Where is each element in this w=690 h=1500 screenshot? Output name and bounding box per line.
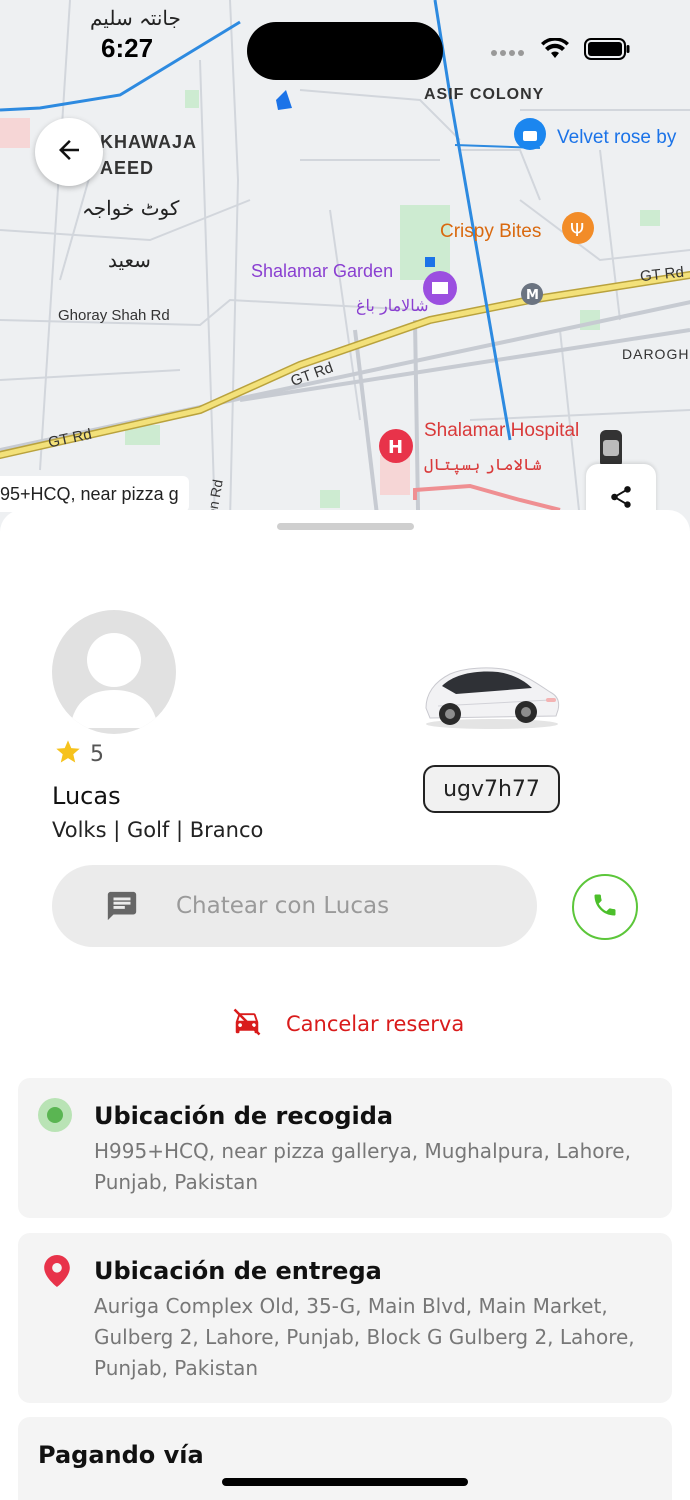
dropoff-location-card[interactable]: Ubicación de entrega Auriga Complex Old,… [18, 1233, 672, 1403]
map-label-saeed-urdu: سعید [108, 248, 151, 272]
map-label-crispy-bites[interactable]: Crispy Bites [440, 221, 541, 243]
cellular-dots-icon [490, 42, 526, 61]
pickup-title: Ubicación de recogida [94, 1102, 394, 1130]
driver-avatar [52, 610, 176, 734]
dropoff-title: Ubicación de entrega [94, 1257, 382, 1285]
sheet-drag-handle[interactable] [277, 523, 414, 530]
back-button[interactable] [35, 118, 103, 186]
map-label-khawaja: KHAWAJA [100, 132, 198, 152]
arrow-left-icon [54, 135, 84, 169]
map-address-chip: 95+HCQ, near pizza g [0, 476, 189, 512]
car-cancel-icon [232, 1007, 262, 1041]
payment-method-card[interactable]: Pagando vía [18, 1417, 672, 1500]
svg-text:H: H [388, 437, 403, 458]
map-label-saeed: AEED [100, 158, 155, 178]
pickup-dot-icon [38, 1098, 72, 1132]
map-label-velvet-rose[interactable]: Velvet rose by [557, 127, 676, 149]
car-image [420, 660, 562, 736]
driver-rating: 5 [54, 738, 104, 770]
map-label-shalamar-hospital[interactable]: Shalamar Hospital [424, 420, 579, 442]
license-plate: ugv7h77 [423, 765, 560, 813]
chat-placeholder: Chatear con Lucas [176, 893, 390, 919]
cancel-booking-label: Cancelar reserva [286, 1012, 465, 1036]
driver-name: Lucas [52, 782, 121, 810]
dropoff-address: Auriga Complex Old, 35-G, Main Blvd, Mai… [94, 1294, 635, 1380]
pickup-address: H995+HCQ, near pizza gallerya, Mughalpur… [94, 1139, 631, 1194]
payment-title: Pagando vía [38, 1441, 204, 1469]
map-label-asif-colony: ASIF COLONY [424, 86, 545, 103]
chat-icon [104, 888, 140, 924]
status-time: 6:27 [101, 33, 154, 63]
metro-label: M [526, 288, 539, 303]
battery-icon [584, 38, 630, 64]
map-label-shalamar-garden[interactable]: Shalamar Garden [251, 261, 393, 282]
status-icons [490, 37, 630, 64]
map-label-shalamar-hospital-urdu: شالامار ہسپتال [424, 455, 542, 474]
dynamic-island [247, 22, 443, 80]
pickup-location-card[interactable]: Ubicación de recogida H995+HCQ, near piz… [18, 1078, 672, 1218]
call-driver-button[interactable] [572, 874, 638, 940]
map-label-kot-khawaja-urdu: کوٹ خواجہ [82, 196, 180, 220]
wifi-icon [540, 37, 570, 64]
phone-icon [591, 891, 619, 923]
vehicle-description: Volks | Golf | Branco [52, 818, 264, 842]
location-pin-icon [44, 1255, 70, 1291]
svg-text:Ψ: Ψ [570, 220, 584, 241]
map-label-urdu-top: جانتہ سلیم [90, 6, 181, 30]
map-label-shalamar-garden-urdu: شالامار باغ [356, 296, 429, 315]
map-label-darogh: DAROGH [622, 346, 690, 362]
cancel-booking-button[interactable]: Cancelar reserva [232, 1007, 464, 1041]
trip-details-sheet: 5 Lucas Volks | Golf | Branco ugv7h77 Ch… [0, 510, 690, 1500]
star-icon [54, 738, 82, 770]
rating-value: 5 [90, 741, 104, 767]
map-view[interactable]: Ψ M H جانتہ سلیم KHAWAJA AEED کوٹ خواجہ … [0, 0, 690, 540]
chat-with-driver-input[interactable]: Chatear con Lucas [52, 865, 537, 947]
map-label-ghoray-shah-rd: Ghoray Shah Rd [58, 307, 170, 324]
home-indicator [222, 1478, 468, 1486]
